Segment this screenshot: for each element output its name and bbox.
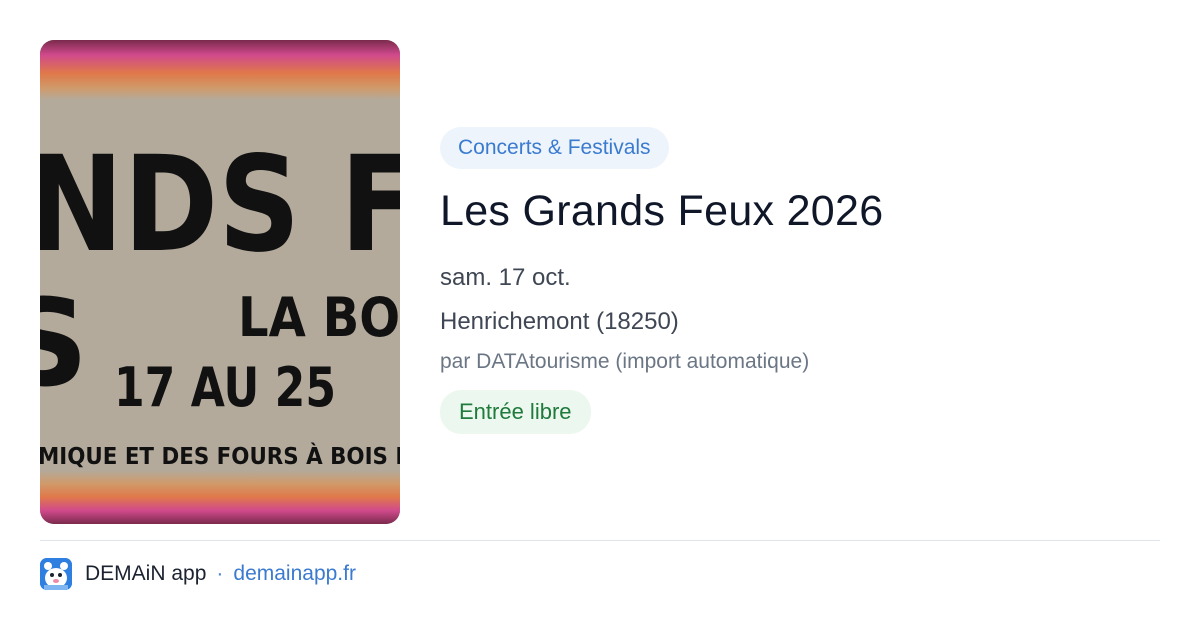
app-domain-link[interactable]: demainapp.fr (233, 562, 356, 586)
app-logo-icon (40, 558, 72, 590)
event-poster-image[interactable]: NDS F S LA BOI 17 AU 25 MIQUE ET DES FOU… (40, 40, 400, 524)
event-location: Henrichemont (18250) (440, 308, 679, 335)
poster-line-2: S (40, 275, 88, 414)
event-source: par DATAtourisme (import automatique) (440, 350, 810, 373)
poster-artwork: NDS F S LA BOI 17 AU 25 MIQUE ET DES FOU… (40, 40, 400, 524)
price-badge: Entrée libre (440, 390, 591, 434)
event-info: Concerts & Festivals Les Grands Feux 202… (440, 127, 1160, 434)
poster-line-4: 17 AU 25 (114, 356, 336, 419)
category-chip[interactable]: Concerts & Festivals (440, 127, 669, 169)
event-title[interactable]: Les Grands Feux 2026 (440, 185, 1160, 237)
poster-line-1: NDS F (40, 128, 400, 282)
footer-separator: · (216, 562, 224, 585)
event-date: sam. 17 oct. (440, 264, 571, 291)
app-name: DEMAiN app (85, 562, 207, 585)
poster-line-3: LA BOI (238, 286, 400, 349)
footer: DEMAiN app · demainapp.fr (40, 558, 356, 590)
footer-divider (40, 540, 1160, 541)
poster-line-5: MIQUE ET DES FOURS À BOIS E (40, 442, 400, 470)
